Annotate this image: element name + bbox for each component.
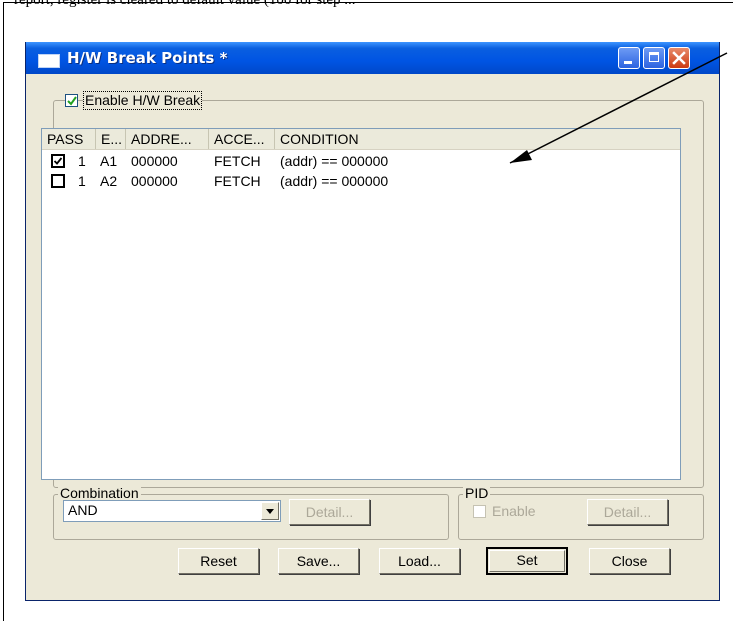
- annotation-arrow: [509, 52, 728, 164]
